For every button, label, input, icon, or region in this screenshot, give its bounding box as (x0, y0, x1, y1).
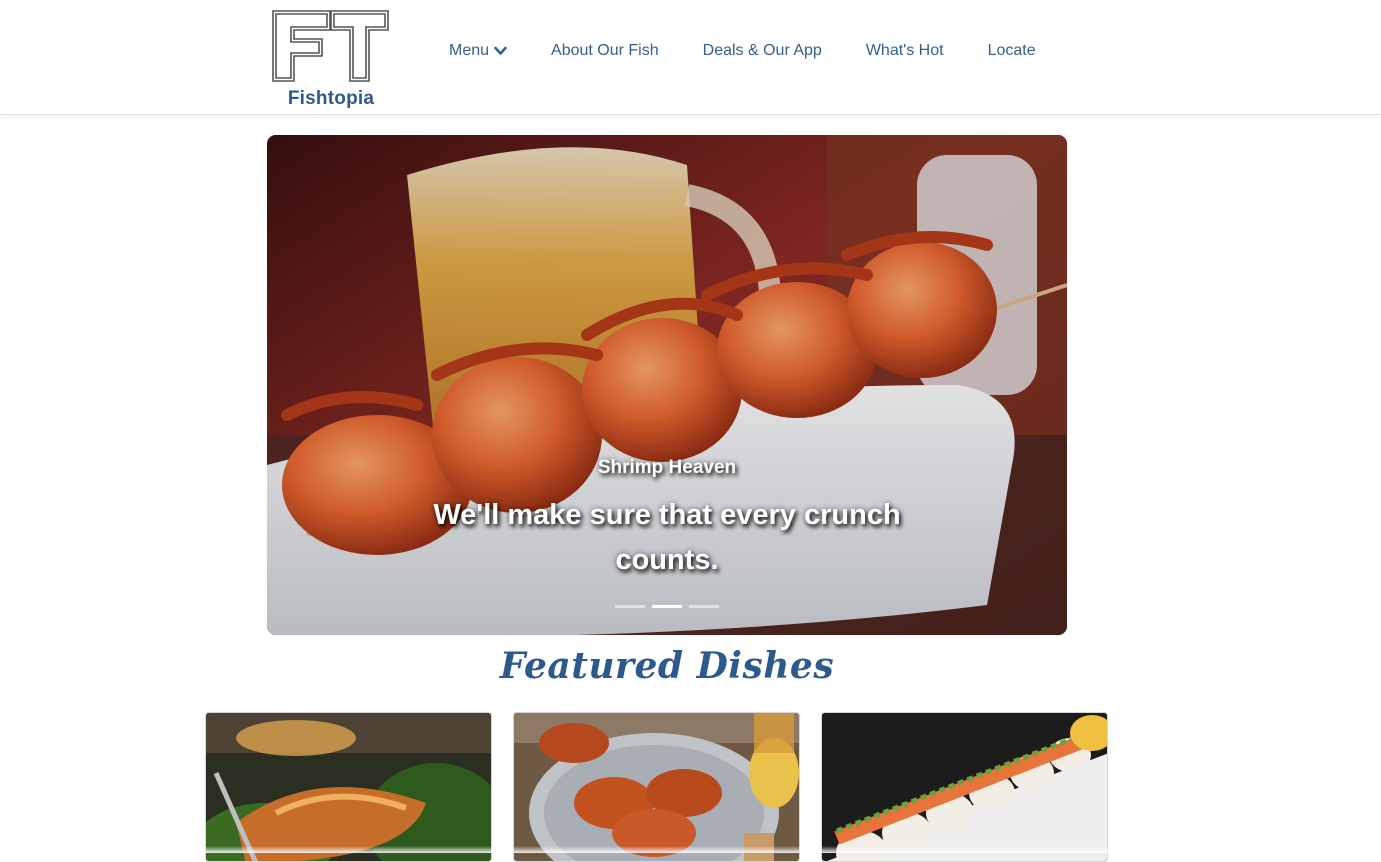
hero-carousel[interactable]: Shrimp Heaven We'll make sure that every… (267, 135, 1067, 635)
nav-about-our-fish[interactable]: About Our Fish (551, 42, 659, 60)
featured-dishes-heading: Featured Dishes (499, 645, 835, 687)
carousel-indicators (267, 605, 1067, 608)
bottom-fade (0, 846, 1381, 853)
site-header: Fishtopia Menu About Our Fish Deals & Ou… (0, 0, 1381, 115)
carousel-indicator-3[interactable] (689, 605, 719, 608)
carousel-slide-caption: We'll make sure that every crunch counts… (433, 499, 901, 576)
nav-locate[interactable]: Locate (988, 42, 1036, 60)
nav-whats-hot[interactable]: What's Hot (866, 42, 944, 60)
nav-menu[interactable]: Menu (449, 42, 507, 60)
sushi-image (822, 713, 1107, 861)
crabs-image (514, 713, 799, 861)
featured-card-sushi[interactable] (821, 712, 1108, 862)
brand-logo[interactable]: Fishtopia (270, 8, 392, 110)
carousel-indicator-1[interactable] (615, 605, 645, 608)
featured-card-glazed-fish[interactable] (205, 712, 492, 862)
chevron-down-icon (494, 46, 507, 55)
ft-logo-mark (272, 10, 389, 82)
carousel-slide-title: Shrimp Heaven (597, 457, 737, 478)
glazed-fish-image (206, 713, 491, 861)
carousel-indicator-2[interactable] (652, 605, 682, 608)
nav-deals-our-app[interactable]: Deals & Our App (703, 42, 822, 60)
brand-name: Fishtopia (287, 88, 375, 109)
featured-card-crabs[interactable] (513, 712, 800, 862)
nav-menu-label: Menu (449, 42, 490, 59)
main-nav: Menu About Our Fish Deals & Our App What… (449, 40, 1036, 62)
